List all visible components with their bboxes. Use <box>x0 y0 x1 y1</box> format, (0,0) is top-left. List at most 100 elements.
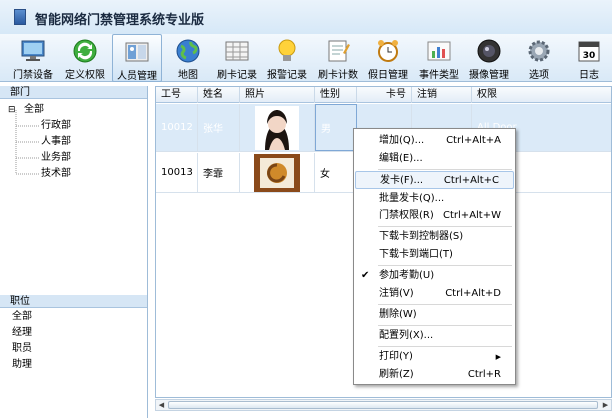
context-menu: 增加(Q)... Ctrl+Alt+A 编辑(E)... 发卡(F)... Ctrl… <box>353 128 516 385</box>
tree-lines <box>15 110 40 175</box>
menu-shortcut: Ctrl+R <box>467 369 501 380</box>
col-header-cancel[interactable]: 注销 <box>412 87 472 103</box>
toolbar-btn-devices[interactable]: 门禁设备 <box>8 34 58 82</box>
gear-icon <box>528 40 550 62</box>
scroll-right-icon[interactable]: ▶ <box>601 401 610 409</box>
toolbar-label: 刷卡记录 <box>217 70 257 81</box>
toolbar-btn-swipe-count[interactable]: 刷卡计数 <box>313 34 363 82</box>
col-header-photo[interactable]: 照片 <box>240 87 315 103</box>
camera-icon <box>477 39 501 63</box>
scroll-thumb[interactable] <box>168 401 598 409</box>
menu-label: 删除(W) <box>379 309 417 320</box>
menu-item-config-columns[interactable]: 配置列(X)... <box>354 327 515 345</box>
menu-label: 编辑(E)... <box>379 153 423 164</box>
cell-gender: 女 <box>315 153 357 192</box>
pos-item[interactable]: 职员 <box>12 341 32 357</box>
menu-label: 刷新(Z) <box>379 369 414 380</box>
cell-name: 李霏 <box>198 153 240 192</box>
menu-item-download-controller[interactable]: 下载卡到控制器(S) <box>354 228 515 246</box>
menu-item-cancel[interactable]: 注销(V) Ctrl+Alt+D <box>354 285 515 303</box>
menu-item-attendance[interactable]: ✔ 参加考勤(U) <box>354 267 515 285</box>
toolbar-btn-permissions[interactable]: 定义权限 <box>60 34 110 82</box>
menu-shortcut: Ctrl+Alt+C <box>443 175 499 186</box>
toolbar-btn-alarm-records[interactable]: 报警记录 <box>262 34 312 82</box>
menu-item-print[interactable]: 打印(Y) ▶ <box>354 348 515 366</box>
dept-item[interactable]: 人事部 <box>41 134 71 150</box>
dept-header: 部门 <box>0 86 147 99</box>
menu-item-access-rights[interactable]: 门禁权限(R) Ctrl+Alt+W <box>354 207 515 225</box>
dept-item[interactable]: 业务部 <box>41 150 71 166</box>
toolbar-btn-swipe-records[interactable]: 刷卡记录 <box>212 34 262 82</box>
notepad-icon <box>328 40 350 62</box>
toolbar-label: 日志 <box>579 70 599 81</box>
menu-item-add[interactable]: 增加(Q)... Ctrl+Alt+A <box>354 132 515 150</box>
menu-shortcut: Ctrl+Alt+D <box>445 288 501 299</box>
chart-icon <box>427 41 451 61</box>
calendar-icon: 30 <box>578 41 600 62</box>
col-header-name[interactable]: 姓名 <box>198 87 240 103</box>
toolbar-label: 门禁设备 <box>13 70 53 81</box>
left-panel: 部门 ⊟ 全部 行政部 人事部 业务部 技术部 职位 全部 经理 职员 助理 <box>0 86 148 418</box>
pos-item[interactable]: 助理 <box>12 357 32 373</box>
menu-item-batch-issue[interactable]: 批量发卡(Q)... <box>354 190 515 208</box>
toolbar-label: 地图 <box>178 70 198 81</box>
menu-item-edit[interactable]: 编辑(E)... <box>354 150 515 168</box>
scroll-left-icon[interactable]: ◀ <box>157 401 166 409</box>
cell-id: 10012 <box>156 104 198 151</box>
toolbar-label: 人员管理 <box>117 71 157 82</box>
menu-item-delete[interactable]: 删除(W) <box>354 306 515 324</box>
toolbar-label: 事件类型 <box>419 70 459 81</box>
dept-item[interactable]: 行政部 <box>41 118 71 134</box>
toolbar-btn-camera[interactable]: 摄像管理 <box>464 34 514 82</box>
monitor-icon <box>21 40 45 61</box>
toolbar-btn-holiday[interactable]: 假日管理 <box>363 34 413 82</box>
toolbar-label: 摄像管理 <box>469 70 509 81</box>
menu-item-download-port[interactable]: 下载卡到端口(T) <box>354 246 515 264</box>
menu-label: 注销(V) <box>379 288 414 299</box>
toolbar-btn-log[interactable]: 30 日志 <box>564 34 612 82</box>
dept-item[interactable]: 技术部 <box>41 166 71 182</box>
menu-shortcut: Ctrl+Alt+W <box>443 210 501 221</box>
menu-separator <box>378 304 512 305</box>
toolbar-btn-event-types[interactable]: 事件类型 <box>414 34 464 82</box>
menu-label: 下载卡到控制器(S) <box>379 231 464 242</box>
menu-shortcut: Ctrl+Alt+A <box>446 135 501 146</box>
toolbar-btn-options[interactable]: 选项 <box>514 34 564 82</box>
menu-separator <box>378 169 512 170</box>
col-header-card[interactable]: 卡号 <box>357 87 412 103</box>
bulb-icon <box>278 39 296 61</box>
menu-label: 批量发卡(Q)... <box>379 193 445 204</box>
cell-id: 10013 <box>156 153 198 192</box>
calendar-badge: 30 <box>583 51 596 61</box>
toolbar-btn-personnel[interactable]: 人员管理 <box>112 34 162 82</box>
menu-label: 下载卡到端口(T) <box>379 249 453 260</box>
window-title: 智能网络门禁管理系统专业版 <box>35 13 205 28</box>
menu-item-refresh[interactable]: 刷新(Z) Ctrl+R <box>354 366 515 384</box>
menu-label: 门禁权限(R) <box>379 210 434 221</box>
pos-item[interactable]: 全部 <box>12 309 32 325</box>
horizontal-scrollbar[interactable]: ◀ ▶ <box>155 399 612 411</box>
toolbar-label: 刷卡计数 <box>318 70 358 81</box>
col-header-permission[interactable]: 权限 <box>472 87 611 103</box>
refresh-icon <box>73 39 97 63</box>
menu-label: 打印(Y) <box>379 351 413 362</box>
cell-gender[interactable]: 男 <box>315 104 357 151</box>
table-header: 工号 姓名 照片 性别 卡号 注销 权限 <box>156 87 611 103</box>
toolbar-label: 定义权限 <box>65 70 105 81</box>
menu-item-issue-card[interactable]: 发卡(F)... Ctrl+Alt+C <box>355 171 514 189</box>
check-icon: ✔ <box>361 270 370 281</box>
app-icon <box>14 9 26 25</box>
dept-tree: ⊟ 全部 行政部 人事部 业务部 技术部 <box>0 100 147 290</box>
globe-icon <box>176 39 200 63</box>
toolbar-label: 报警记录 <box>267 70 307 81</box>
alarm-clock-icon <box>378 40 398 62</box>
menu-separator <box>378 346 512 347</box>
menu-label: 增加(Q)... <box>379 135 425 146</box>
menu-separator <box>378 325 512 326</box>
pos-item[interactable]: 经理 <box>12 325 32 341</box>
menu-label: 参加考勤(U) <box>379 270 435 281</box>
col-header-gender[interactable]: 性别 <box>315 87 357 103</box>
col-header-id[interactable]: 工号 <box>156 87 198 103</box>
toolbar-btn-map[interactable]: 地图 <box>163 34 213 82</box>
menu-label: 配置列(X)... <box>379 330 434 341</box>
